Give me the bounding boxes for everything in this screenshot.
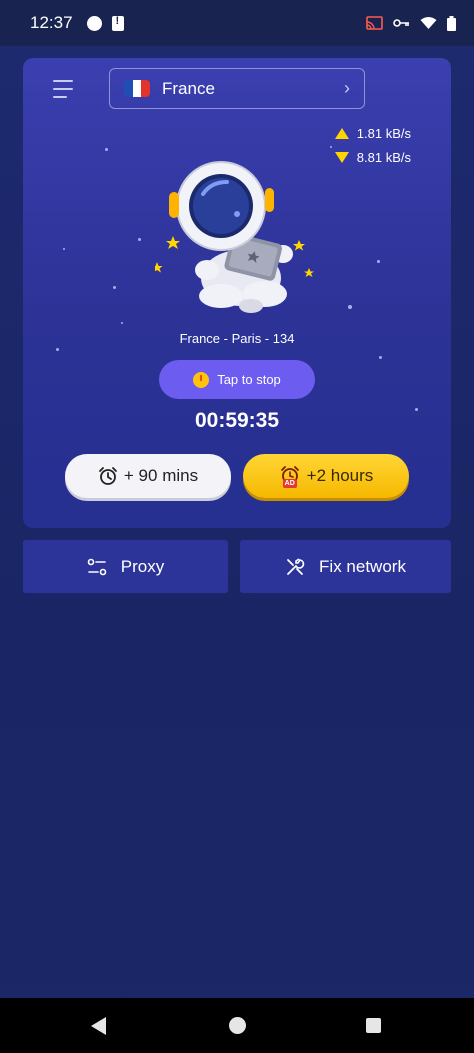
star-decoration xyxy=(330,146,332,148)
proxy-label: Proxy xyxy=(120,556,165,576)
menu-icon[interactable] xyxy=(53,80,73,98)
wifi-icon xyxy=(420,16,437,29)
ad-clock-icon: AD xyxy=(279,465,301,488)
system-nav-bar xyxy=(0,998,474,1053)
status-time: 12:37 xyxy=(30,13,73,32)
star-decoration xyxy=(379,356,382,359)
star-decoration xyxy=(63,248,65,250)
star-decoration xyxy=(121,322,123,324)
fix-network-button[interactable]: Fix network xyxy=(240,540,451,593)
proxy-icon xyxy=(87,558,107,575)
ad-badge: AD xyxy=(282,479,297,488)
upload-speed-value: 1.81 kB/s xyxy=(356,126,411,141)
france-flag-icon xyxy=(124,80,150,97)
upload-arrow-icon xyxy=(334,128,349,139)
add-2-hours-button[interactable]: AD +2 hours xyxy=(243,454,409,498)
add-90-mins-label: + 90 mins xyxy=(123,466,199,485)
add-90-mins-button[interactable]: + 90 mins xyxy=(65,454,231,498)
back-icon[interactable] xyxy=(91,1017,106,1035)
stop-touch-icon xyxy=(193,371,210,388)
server-location: France - Paris - 134 xyxy=(179,331,295,346)
star-decoration xyxy=(105,148,108,151)
tap-to-stop-button[interactable]: Tap to stop xyxy=(159,360,315,399)
tools-icon xyxy=(287,557,305,575)
cast-icon xyxy=(366,16,383,30)
country-selector[interactable]: France › xyxy=(109,68,365,109)
upload-speed: 1.81 kB/s xyxy=(334,126,411,141)
recent-apps-icon[interactable] xyxy=(366,1018,381,1033)
add-2-hours-label: +2 hours xyxy=(306,466,374,485)
chevron-right-icon: › xyxy=(344,78,350,98)
status-system-icons xyxy=(366,15,456,31)
tap-to-stop-label: Tap to stop xyxy=(217,372,281,387)
download-speed: 8.81 kB/s xyxy=(334,150,411,165)
vpn-key-icon xyxy=(393,19,409,27)
battery-icon xyxy=(447,15,456,31)
download-speed-value: 8.81 kB/s xyxy=(356,150,411,165)
connection-card: France › 1.81 kB/s 8.81 kB/s France - Pa… xyxy=(23,58,451,528)
star-decoration xyxy=(377,260,380,263)
star-decoration xyxy=(56,348,59,351)
connection-timer: 00:59:35 xyxy=(194,409,280,432)
astronaut-illustration xyxy=(155,161,314,313)
home-icon[interactable] xyxy=(229,1017,246,1034)
proxy-button[interactable]: Proxy xyxy=(23,540,228,593)
star-decoration xyxy=(348,305,352,309)
app-screen: 12:37 ! France › 1.81 kB/s 8.81 kB/s Fra… xyxy=(0,0,474,1053)
sd-card-alert-icon xyxy=(111,15,124,31)
fix-network-label: Fix network xyxy=(319,556,406,576)
star-decoration xyxy=(138,238,141,241)
download-arrow-icon xyxy=(334,152,349,163)
alarm-clock-icon xyxy=(99,467,117,485)
country-name: France xyxy=(162,78,215,98)
notification-icon xyxy=(86,15,102,31)
status-bar: 12:37 xyxy=(0,0,474,46)
star-decoration xyxy=(113,286,116,289)
status-notification-icons xyxy=(86,15,124,31)
